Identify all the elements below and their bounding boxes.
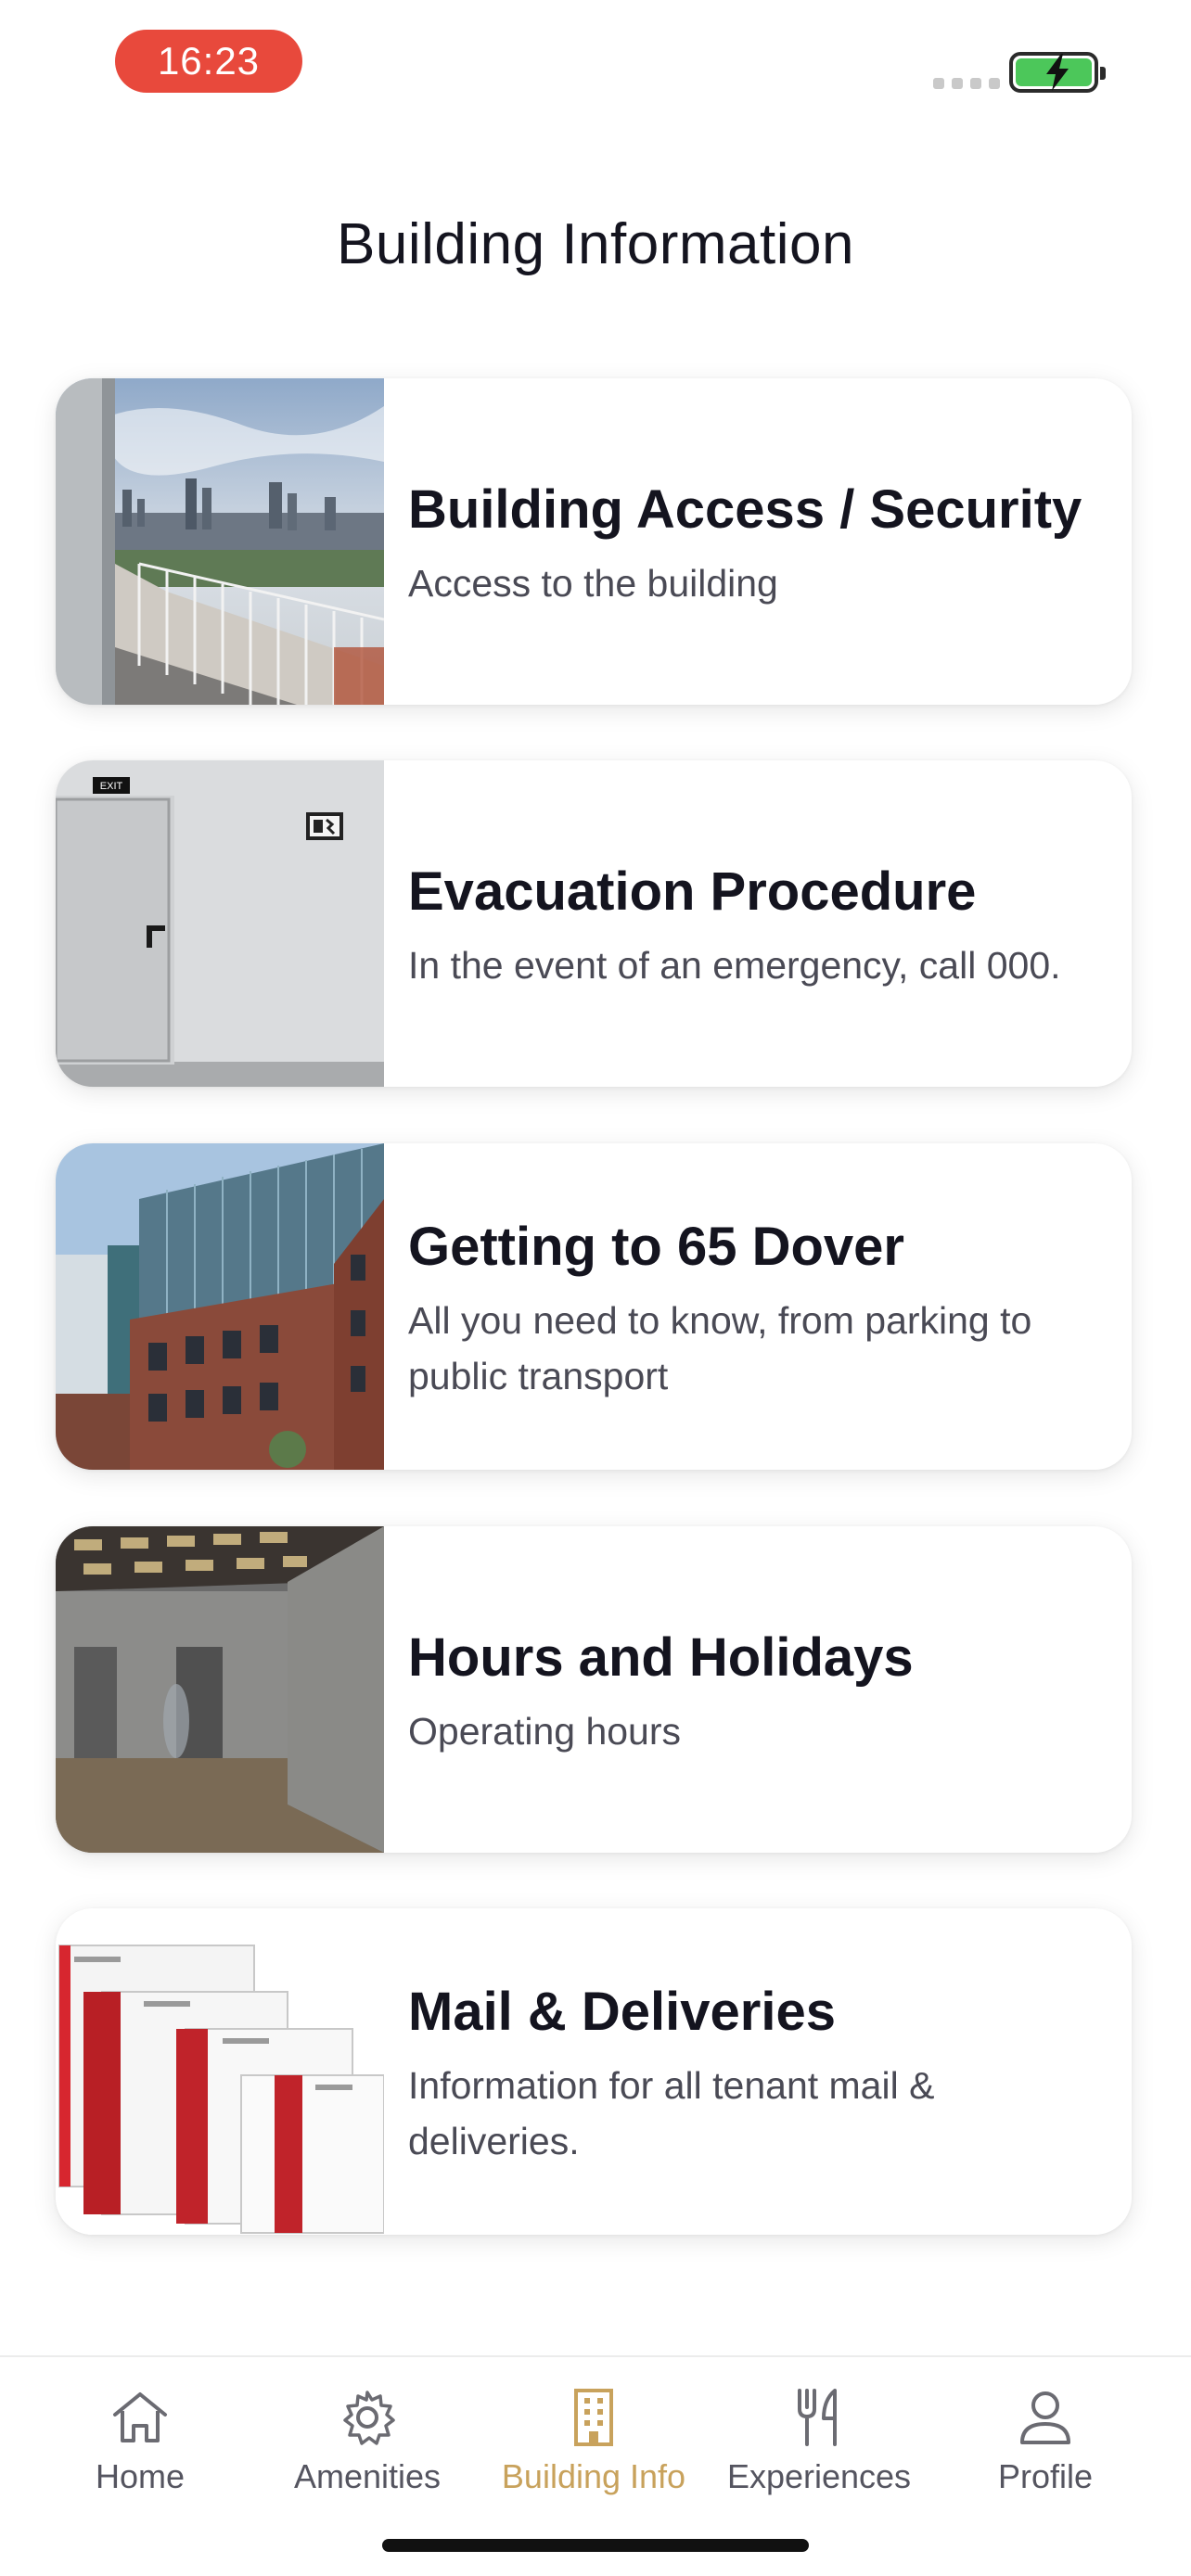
lobby-elevator-photo xyxy=(56,1526,384,1853)
card-title: Building Access / Security xyxy=(408,479,1082,540)
card-title: Evacuation Procedure xyxy=(408,861,977,922)
nav-label: Amenities xyxy=(293,2457,442,2495)
nav-label: Experiences xyxy=(726,2457,912,2495)
building-exterior-photo xyxy=(56,1143,384,1470)
gear-icon xyxy=(343,2391,395,2445)
nav-profile[interactable]: Profile xyxy=(934,2385,1157,2496)
status-time: 16:23 xyxy=(115,30,302,93)
nav-experiences[interactable]: Experiences xyxy=(708,2385,930,2496)
card-getting-to-65-dover[interactable]: Getting to 65 Dover All you need to know… xyxy=(56,1143,1132,1470)
exit-door-photo: EXIT xyxy=(56,760,384,1087)
cutlery-icon xyxy=(798,2389,837,2446)
page-title: Building Information xyxy=(337,212,854,276)
card-title: Mail & Deliveries xyxy=(408,1982,836,2042)
card-mail-and-deliveries[interactable]: Mail & Deliveries Information for all te… xyxy=(56,1908,1132,2235)
card-subtitle: Operating hours xyxy=(408,1710,682,1753)
status-bar: 16:23 xyxy=(0,0,1191,130)
cellular-signal-icon xyxy=(933,78,1000,89)
card-building-access[interactable]: Building Access / Security Access to the… xyxy=(56,378,1132,705)
card-title: Hours and Holidays xyxy=(408,1627,914,1688)
card-title: Getting to 65 Dover xyxy=(408,1217,904,1277)
home-icon xyxy=(113,2392,167,2442)
card-subtitle: Information for all tenant mail & delive… xyxy=(408,2064,935,2162)
nav-label: Building Info xyxy=(501,2457,686,2495)
city-balcony-photo xyxy=(56,378,384,705)
building-icon xyxy=(574,2389,613,2446)
profile-icon xyxy=(1020,2391,1070,2444)
nav-label: Profile xyxy=(997,2457,1094,2495)
nav-building-info[interactable]: Building Info xyxy=(482,2385,705,2496)
nav-amenities[interactable]: Amenities xyxy=(256,2385,479,2496)
nav-home[interactable]: Home xyxy=(29,2385,251,2496)
card-subtitle: Access to the building xyxy=(408,562,778,605)
card-subtitle: In the event of an emergency, call 000. xyxy=(408,944,1061,987)
card-evacuation-procedure[interactable]: EXIT Evacuation Procedure In the event o… xyxy=(56,760,1132,1087)
battery-icon xyxy=(1009,52,1106,93)
home-indicator xyxy=(382,2539,809,2552)
parcel-boxes-photo xyxy=(56,1908,384,2235)
svg-text:EXIT: EXIT xyxy=(100,781,123,792)
card-hours-and-holidays[interactable]: Hours and Holidays Operating hours xyxy=(56,1526,1132,1853)
card-subtitle: All you need to know, from parking to pu… xyxy=(408,1299,1032,1397)
nav-label: Home xyxy=(95,2457,186,2495)
